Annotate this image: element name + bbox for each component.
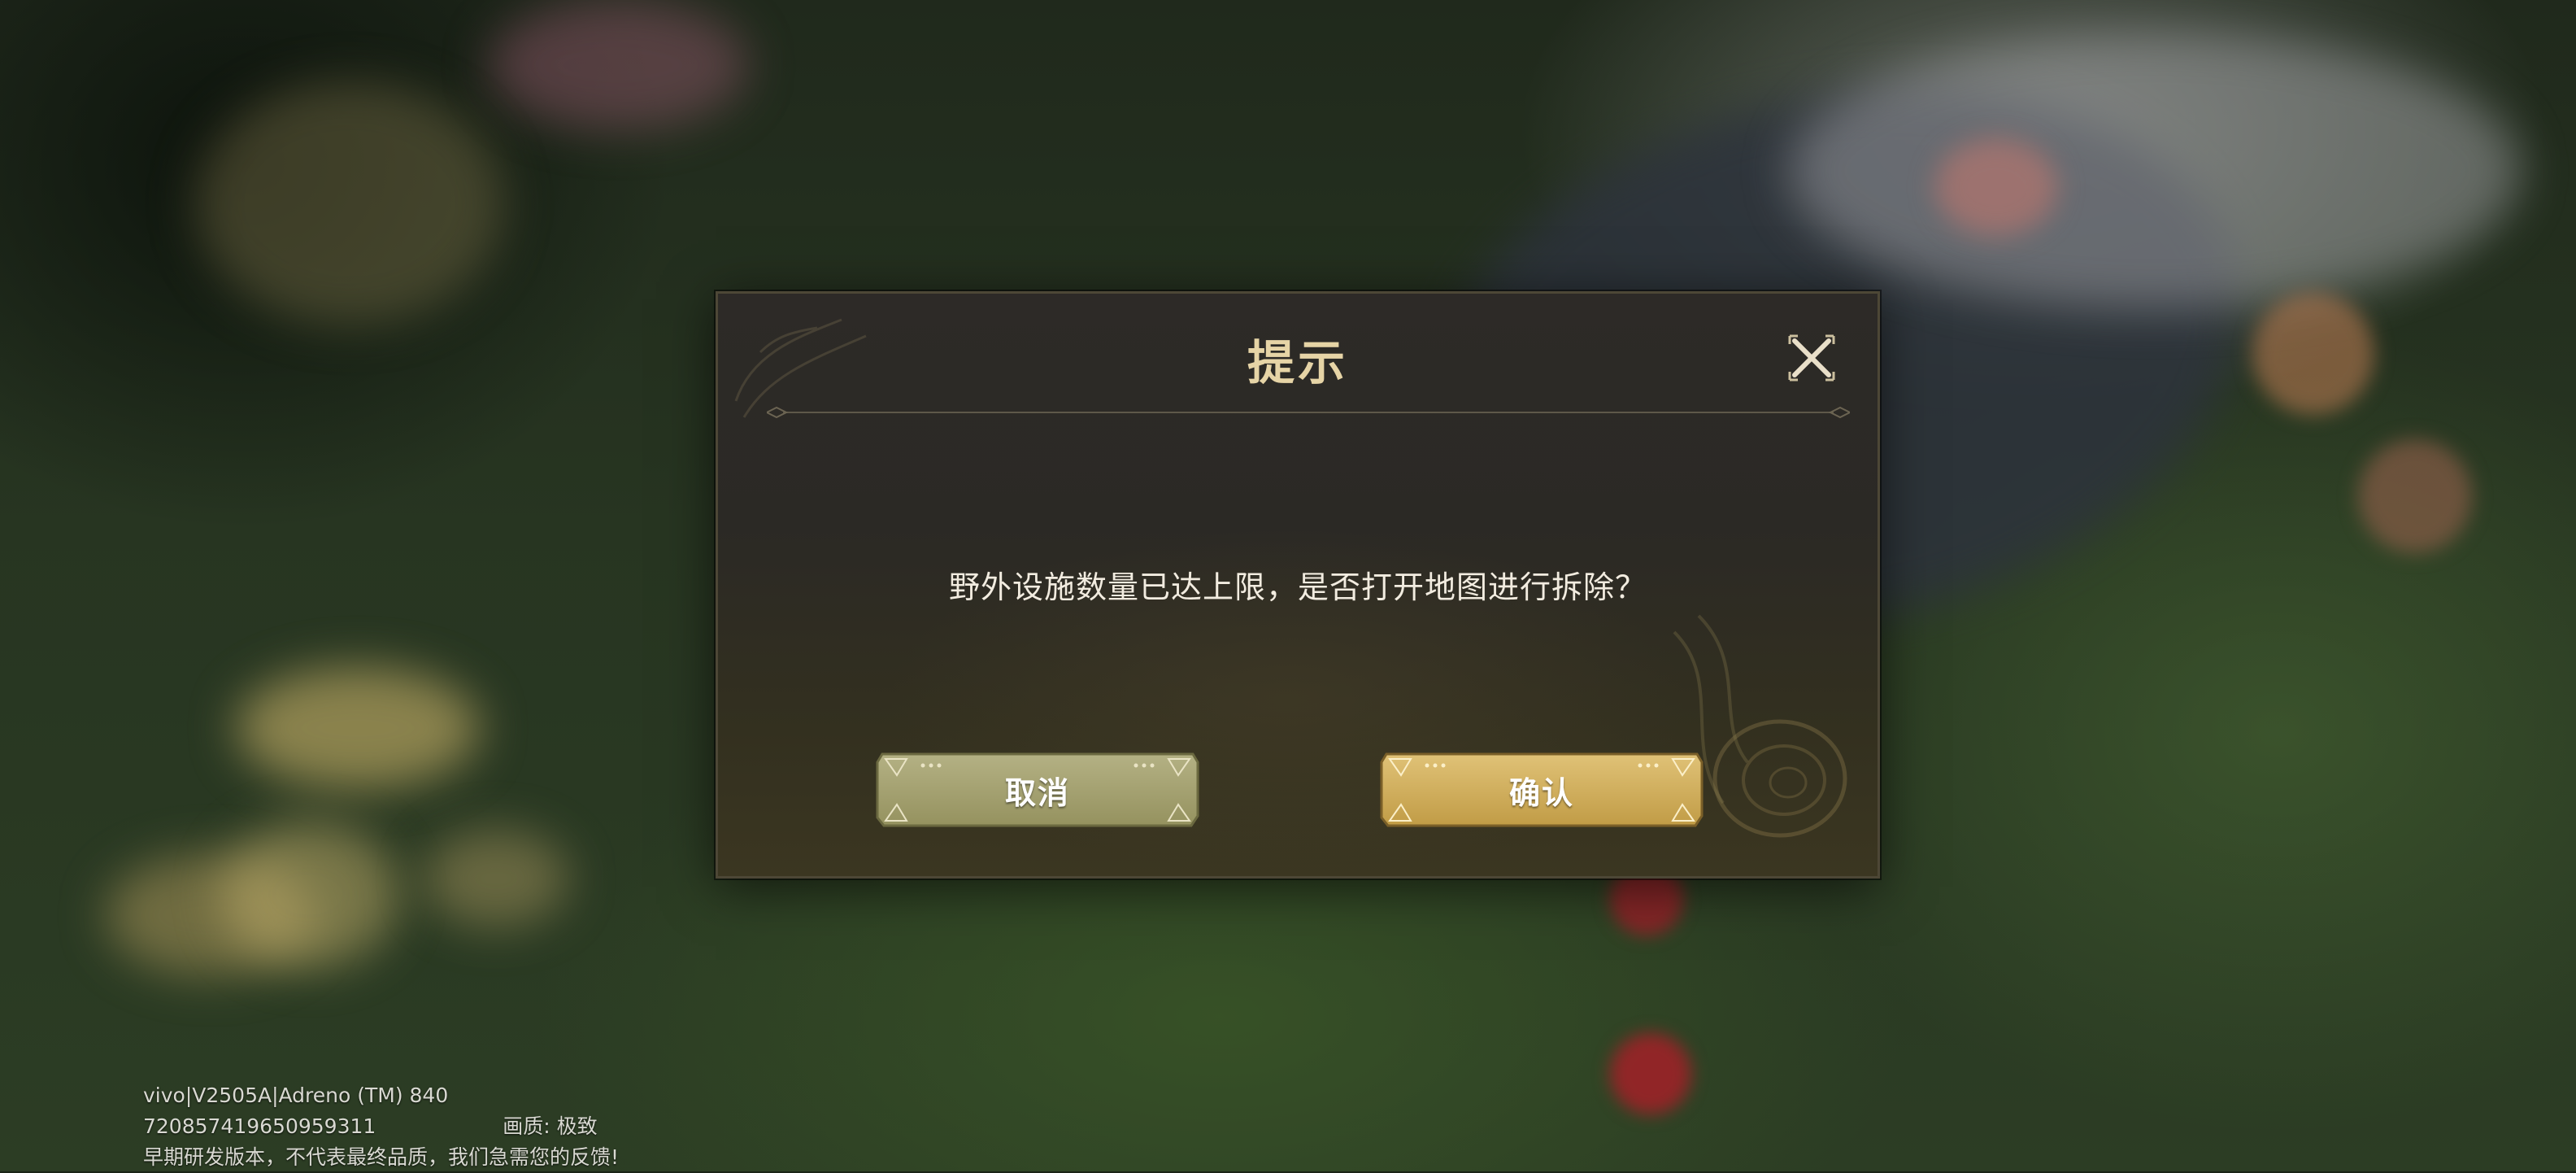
confirm-button-label: 确认 [1508, 774, 1574, 811]
dialog-message: 野外设施数量已达上限，是否打开地图进行拆除？ [948, 569, 1647, 605]
dev-notice: 早期研发版本，不代表最终品质，我们急需您的反馈! [143, 1145, 620, 1169]
confirm-dialog: 提示 野外设施数量已达上限，是否打开地图进行拆除？ 取消 确认 [716, 291, 1880, 879]
build-id-row: 720857419650959311 画质: 极致 [143, 1111, 619, 1142]
cancel-button-label: 取消 [1004, 774, 1070, 811]
blurred-flower [1935, 138, 2057, 236]
blurred-mushroom [236, 667, 480, 789]
blurred-stone-wall [1789, 33, 2521, 309]
blurred-mushroom [423, 830, 569, 927]
build-id: 720857419650959311 [143, 1114, 376, 1138]
blurred-orb [2252, 293, 2374, 415]
blurred-flowers [488, 0, 748, 130]
blurred-red-object [1610, 1033, 1691, 1114]
cancel-button[interactable]: 取消 [874, 751, 1201, 829]
dialog-title: 提示 [1247, 335, 1348, 390]
device-info: vivo|V2505A|Adreno (TM) 840 [143, 1084, 449, 1107]
confirm-button[interactable]: 确认 [1378, 751, 1705, 829]
blurred-orb [2358, 439, 2472, 553]
close-button[interactable] [1785, 331, 1838, 385]
quality-setting: 画质: 极致 [503, 1114, 598, 1138]
close-icon [1788, 334, 1835, 382]
blurred-mushroom [220, 822, 398, 968]
title-divider [767, 406, 1850, 419]
debug-info: vivo|V2505A|Adreno (TM) 840 720857419650… [143, 1080, 619, 1173]
blurred-tree [195, 81, 504, 325]
